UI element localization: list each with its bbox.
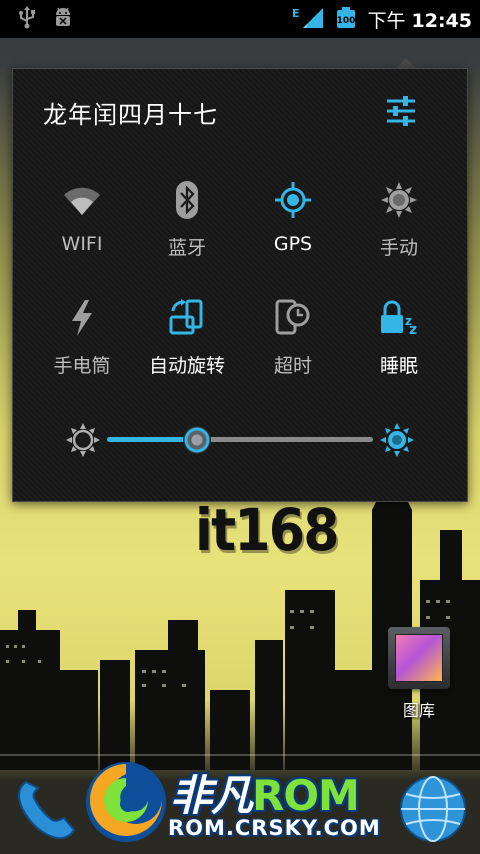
- battery-level-label: 100: [337, 16, 356, 26]
- gps-icon: [274, 177, 312, 223]
- brightness-auto-icon: [380, 177, 418, 223]
- tile-label-sleep: 睡眠: [379, 355, 418, 377]
- clock: 下午 12:45: [367, 6, 472, 33]
- tile-sleep[interactable]: zz 睡眠: [344, 295, 454, 395]
- app-gallery[interactable]: 图库: [386, 627, 452, 721]
- tile-label-flashlight: 手电筒: [53, 355, 111, 377]
- tile-label-auto-rotate: 自动旋转: [148, 355, 225, 377]
- wallpaper-watermark: it168: [195, 496, 340, 564]
- settings-button[interactable]: [383, 93, 419, 129]
- screen-timeout-icon: [274, 295, 312, 341]
- brand-swirl-icon: [86, 762, 166, 842]
- lunar-date: 龙年闰四月十七: [43, 101, 218, 129]
- wifi-icon: [62, 177, 102, 223]
- battery-icon: 100: [335, 5, 357, 33]
- flashlight-icon: [69, 295, 95, 341]
- signal-icon: [301, 6, 325, 32]
- gallery-icon: [388, 627, 450, 689]
- svg-text:z: z: [409, 322, 417, 337]
- app-label-gallery: 图库: [402, 701, 435, 720]
- phone-icon[interactable]: [12, 774, 82, 848]
- panel-pointer: [396, 58, 416, 68]
- tile-label-wifi: WIFI: [61, 233, 103, 255]
- brand-name: 非凡ROM: [170, 762, 360, 823]
- tile-label-brightness-mode: 手动: [379, 237, 418, 259]
- tile-gps[interactable]: GPS: [238, 177, 348, 277]
- bluetooth-icon: [174, 177, 200, 223]
- tile-label-bluetooth: 蓝牙: [167, 237, 206, 259]
- brand-name-cn: 非凡: [170, 771, 253, 820]
- debug-android-icon: [52, 5, 74, 33]
- brightness-slider-thumb[interactable]: [183, 426, 211, 454]
- tile-flashlight[interactable]: 手电筒: [27, 295, 137, 395]
- brightness-high-icon: [379, 422, 415, 462]
- time-value: 12:45: [411, 9, 472, 32]
- tile-brightness-mode[interactable]: 手动: [344, 177, 454, 277]
- brand-logo: 非凡ROM ROM.CRSKY.COM: [82, 750, 412, 854]
- sleep-lock-icon: zz: [379, 295, 419, 341]
- tile-label-screen-timeout: 超时: [273, 355, 312, 377]
- sliders-icon: [387, 96, 415, 126]
- quick-settings-panel: 龙年闰四月十七 WIFI 蓝牙 GPS 手动 手电筒 自动旋转 超时 z z 睡…: [12, 68, 468, 502]
- tile-label-gps: GPS: [273, 233, 313, 255]
- rotate-icon: [167, 295, 207, 341]
- usb-icon: [16, 5, 38, 33]
- status-bar: E 100 下午 12:45: [0, 0, 480, 38]
- tile-screen-timeout[interactable]: 超时: [238, 295, 348, 395]
- network-type-label: E: [291, 6, 300, 20]
- tile-bluetooth[interactable]: 蓝牙: [132, 177, 242, 277]
- tile-auto-rotate[interactable]: 自动旋转: [132, 295, 242, 395]
- tile-wifi[interactable]: WIFI: [27, 177, 137, 277]
- brand-name-en: ROM: [252, 771, 360, 820]
- brightness-slider-track[interactable]: [107, 437, 373, 442]
- brightness-low-icon: [65, 422, 101, 462]
- brand-url: ROM.CRSKY.COM: [168, 816, 381, 840]
- time-period: 下午: [367, 9, 406, 32]
